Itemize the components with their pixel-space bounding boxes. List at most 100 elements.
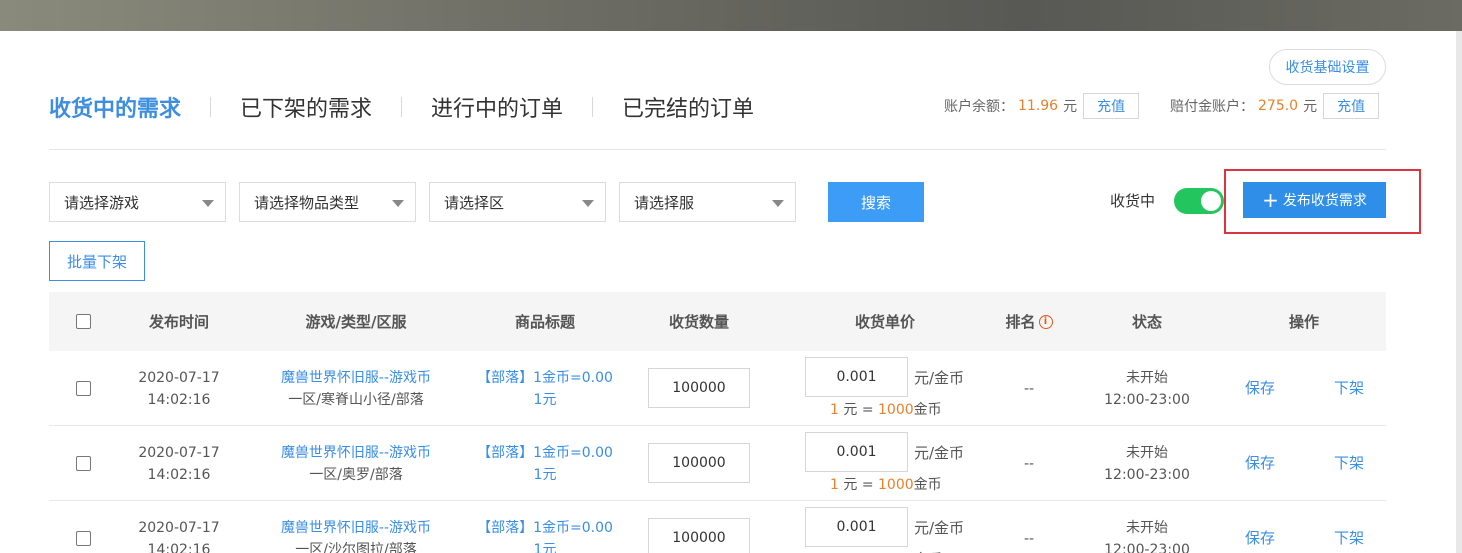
conversion-yuan: 1: [830, 402, 839, 418]
status-time-range: 12:00-23:00: [1104, 391, 1190, 408]
quantity-input[interactable]: 100000: [648, 443, 750, 483]
item-title-cell[interactable]: 【部落】1金币=0.00 1元: [469, 351, 621, 426]
item-type-select-value: 请选择物品类型: [254, 193, 360, 212]
item-title-line2[interactable]: 1元: [534, 464, 557, 486]
game-name-link[interactable]: 魔兽世界怀旧服--游戏币: [281, 442, 431, 464]
price-unit-label: 元/金币: [914, 519, 965, 537]
column-header: 操作: [1288, 313, 1319, 331]
column-header: 状态: [1131, 313, 1162, 331]
tab-completed-orders[interactable]: 已完结的订单: [622, 91, 754, 123]
unit-price-input[interactable]: 0.001: [805, 432, 908, 472]
game-select[interactable]: 请选择游戏: [49, 182, 226, 222]
select-all-checkbox[interactable]: [75, 314, 91, 329]
account-balance-label: 账户余额：: [944, 99, 1014, 115]
deposit-account-label: 赔付金账户：: [1170, 99, 1254, 115]
row-select-cell: [73, 351, 93, 426]
row-checkbox[interactable]: [75, 381, 91, 396]
item-title-line1[interactable]: 【部落】1金币=0.00: [477, 442, 613, 464]
item-title-cell[interactable]: 【部落】1金币=0.00 1元: [469, 501, 621, 553]
tab-receiving-demands[interactable]: 收货中的需求: [49, 91, 181, 123]
top-banner: [0, 0, 1462, 31]
unit-price-input[interactable]: 0.001: [805, 507, 908, 547]
recharge-deposit-button[interactable]: 充值: [1323, 93, 1380, 119]
account-balance-amount: 11.96: [1018, 98, 1059, 114]
conversion-unit: 金币: [913, 402, 942, 418]
publish-demand-label: 发布收货需求: [1282, 193, 1367, 209]
publish-demand-button[interactable]: + 发布收货需求: [1243, 182, 1386, 218]
region-server-text: 一区/寒脊山小径/部落: [288, 391, 424, 408]
receiving-toggle-label: 收货中: [1110, 192, 1156, 210]
tab-ongoing-orders[interactable]: 进行中的订单: [431, 91, 563, 123]
plus-icon: +: [1262, 188, 1279, 212]
search-button[interactable]: 搜索: [828, 182, 924, 222]
status-text: 未开始: [1126, 519, 1168, 536]
info-icon[interactable]: i: [1038, 314, 1053, 329]
column-header: 游戏/类型/区服: [305, 313, 407, 331]
save-button[interactable]: 保存: [1245, 527, 1275, 548]
item-title-line2[interactable]: 1元: [534, 389, 557, 411]
publish-date: 2020-07-17: [138, 519, 220, 536]
item-title-line1[interactable]: 【部落】1金币=0.00: [477, 517, 613, 539]
toggle-knob: [1201, 191, 1221, 211]
chevron-down-icon: [582, 200, 594, 207]
table-row: 2020-07-17 14:02:16 魔兽世界怀旧服--游戏币 一区/寒脊山小…: [49, 351, 1386, 426]
chevron-down-icon: [392, 200, 404, 207]
delist-button[interactable]: 下架: [1334, 452, 1364, 473]
row-checkbox[interactable]: [75, 531, 91, 546]
status-text: 未开始: [1126, 369, 1168, 386]
row-select-cell: [73, 426, 93, 501]
publish-date: 2020-07-17: [138, 369, 220, 386]
receiving-toggle[interactable]: [1174, 188, 1224, 214]
recharge-balance-button[interactable]: 充值: [1083, 93, 1140, 119]
account-balance: 账户余额： 11.96 元 充值: [944, 92, 1140, 120]
item-type-select[interactable]: 请选择物品类型: [239, 182, 416, 222]
row-checkbox[interactable]: [75, 456, 91, 471]
tab-divider: [210, 97, 212, 117]
conversion-gold: 1000: [878, 402, 914, 418]
tab-delisted-demands[interactable]: 已下架的需求: [240, 91, 372, 123]
game-name-link[interactable]: 魔兽世界怀旧服--游戏币: [281, 367, 431, 389]
game-info-cell[interactable]: 魔兽世界怀旧服--游戏币 一区/沙尔图拉/部落: [261, 501, 451, 553]
header-divider: [49, 149, 1386, 150]
conversion-mid: 元 =: [838, 402, 879, 418]
save-button[interactable]: 保存: [1245, 377, 1275, 398]
row-select-cell: [73, 501, 93, 553]
game-name-link[interactable]: 魔兽世界怀旧服--游戏币: [281, 517, 431, 539]
save-button[interactable]: 保存: [1245, 452, 1275, 473]
basic-settings-button[interactable]: 收货基础设置: [1269, 49, 1386, 85]
unit-price-input[interactable]: 0.001: [805, 357, 908, 397]
price-conversion-text: 1 元 = 1000金币: [830, 399, 942, 419]
conversion-gold: 1000: [878, 477, 914, 493]
tab-bar: 收货中的需求 已下架的需求 进行中的订单 已完结的订单: [49, 90, 754, 124]
account-balance-unit: 元: [1063, 99, 1078, 115]
item-title-line1[interactable]: 【部落】1金币=0.00: [477, 367, 613, 389]
deposit-account-amount: 275.0: [1258, 98, 1299, 114]
tab-divider: [592, 97, 594, 117]
delist-button[interactable]: 下架: [1334, 377, 1364, 398]
rank-cell: --: [1023, 455, 1035, 472]
game-info-cell[interactable]: 魔兽世界怀旧服--游戏币 一区/寒脊山小径/部落: [261, 351, 451, 426]
item-title-cell[interactable]: 【部落】1金币=0.00 1元: [469, 426, 621, 501]
item-title-line2[interactable]: 1元: [534, 539, 557, 553]
status-text: 未开始: [1126, 444, 1168, 461]
quantity-input[interactable]: 100000: [648, 518, 750, 553]
deposit-account: 赔付金账户： 275.0 元 充值: [1170, 92, 1380, 120]
rank-cell: --: [1023, 530, 1035, 547]
batch-delist-button[interactable]: 批量下架: [49, 241, 145, 281]
server-select[interactable]: 请选择服: [619, 182, 796, 222]
rank-column-header: 排名 i: [994, 292, 1064, 351]
status-cell: 未开始 12:00-23:00: [1097, 501, 1197, 553]
tab-divider: [401, 97, 403, 117]
delist-button[interactable]: 下架: [1334, 527, 1364, 548]
quantity-input[interactable]: 100000: [648, 368, 750, 408]
publish-time: 14:02:16: [147, 541, 211, 553]
column-header: 收货单价: [854, 313, 915, 331]
region-server-text: 一区/奥罗/部落: [309, 466, 403, 483]
region-select[interactable]: 请选择区: [429, 182, 606, 222]
status-time-range: 12:00-23:00: [1104, 541, 1190, 553]
game-info-cell[interactable]: 魔兽世界怀旧服--游戏币 一区/奥罗/部落: [261, 426, 451, 501]
price-unit-label: 元/金币: [914, 369, 965, 387]
chevron-down-icon: [202, 200, 214, 207]
price-conversion-text: 1 元 = 1000金币: [830, 549, 942, 553]
rank-cell: --: [1023, 380, 1035, 397]
